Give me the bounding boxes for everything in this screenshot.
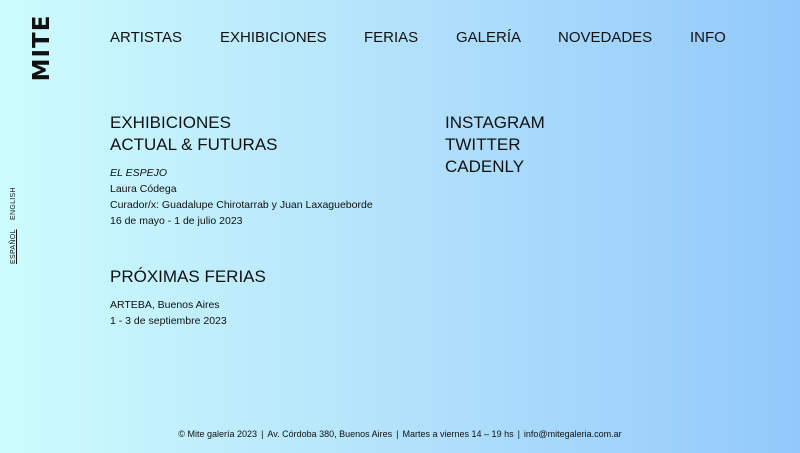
social-links: INSTAGRAM TWITTER CADENLY: [445, 112, 545, 178]
nav-item-ferias[interactable]: FERIAS: [364, 29, 418, 46]
footer-email-link[interactable]: info@mitegaleria.com.ar: [524, 429, 622, 439]
nav-item-novedades[interactable]: NOVEDADES: [558, 29, 652, 46]
exhibition-curators: Curador/x: Guadalupe Chirotarrab y Juan …: [110, 199, 373, 211]
twitter-link[interactable]: TWITTER: [445, 134, 545, 156]
fair-dates: 1 - 3 de septiembre 2023: [110, 315, 227, 327]
exhibitions-section: EXHIBICIONES ACTUAL & FUTURAS EL ESPEJO …: [110, 112, 373, 229]
footer-separator: |: [396, 429, 399, 439]
nav-item-info[interactable]: INFO: [690, 29, 726, 46]
exhibitions-heading-line2[interactable]: ACTUAL & FUTURAS: [110, 134, 373, 156]
exhibition-artist: Laura Códega: [110, 183, 177, 195]
footer-separator: |: [261, 429, 264, 439]
main-nav: ARTISTAS EXHIBICIONES FERIAS GALERÍA NOV…: [0, 29, 800, 49]
fairs-heading[interactable]: PRÓXIMAS FERIAS: [110, 266, 266, 288]
exhibition-dates: 16 de mayo - 1 de julio 2023: [110, 215, 243, 227]
footer-copyright: © Mite galería 2023: [178, 429, 258, 439]
language-espanol-link[interactable]: ESPAÑOL: [10, 229, 17, 264]
nav-item-galeria[interactable]: GALERÍA: [456, 29, 521, 46]
footer: © Mite galería 2023 | Av. Córdoba 380, Bue…: [0, 429, 800, 439]
fairs-section: PRÓXIMAS FERIAS ARTEBA, Buenos Aires 1 -…: [110, 266, 266, 329]
cadenly-link[interactable]: CADENLY: [445, 156, 545, 178]
exhibitions-heading-line1[interactable]: EXHIBICIONES: [110, 112, 373, 134]
fair-name[interactable]: ARTEBA, Buenos Aires: [110, 297, 266, 313]
nav-item-exhibiciones[interactable]: EXHIBICIONES: [220, 29, 327, 46]
footer-separator: |: [517, 429, 520, 439]
instagram-link[interactable]: INSTAGRAM: [445, 112, 545, 134]
nav-item-artistas[interactable]: ARTISTAS: [110, 29, 182, 46]
footer-address: Av. Córdoba 380, Buenos Aires: [267, 429, 393, 439]
language-english-link[interactable]: ENGLISH: [10, 187, 17, 220]
exhibition-title[interactable]: EL ESPEJO: [110, 165, 373, 181]
footer-hours: Martes a viernes 14 – 19 hs: [402, 429, 514, 439]
